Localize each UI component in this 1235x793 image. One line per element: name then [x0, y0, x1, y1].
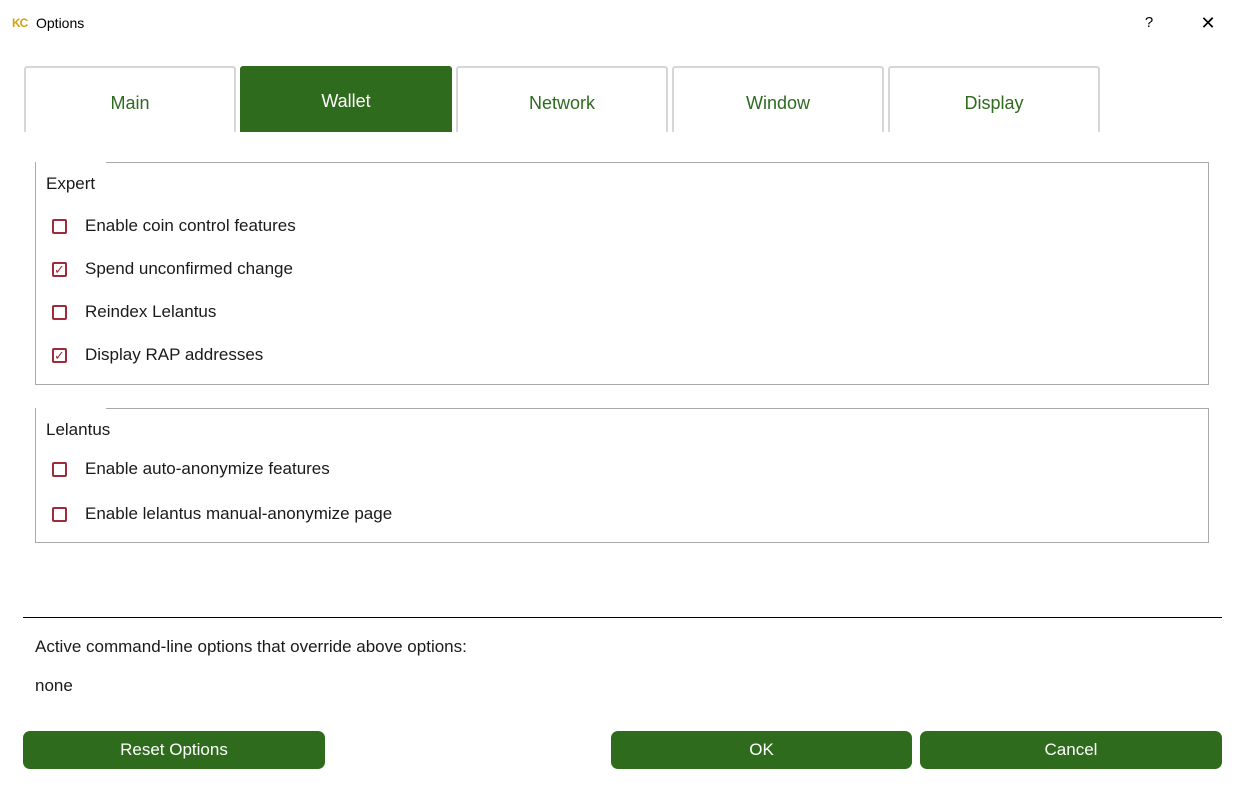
reset-options-button[interactable]: Reset Options	[23, 731, 325, 769]
lelantus-groupbox: Lelantus Enable auto-anonymize features …	[35, 408, 1209, 543]
checkbox-box[interactable]: ✓	[52, 347, 67, 363]
checkbox-label: Enable coin control features	[85, 216, 296, 235]
enable-auto-anonymize-checkbox[interactable]: Enable auto-anonymize features	[52, 455, 330, 483]
tab-main[interactable]: Main	[24, 66, 236, 132]
reindex-lelantus-checkbox[interactable]: Reindex Lelantus	[52, 298, 216, 326]
help-button[interactable]: ?	[1137, 10, 1161, 36]
expert-groupbox: Expert Enable coin control features ✓ Sp…	[35, 162, 1209, 385]
tab-network[interactable]: Network	[456, 66, 668, 132]
lelantus-group-title: Lelantus	[46, 420, 111, 439]
checkbox-label: Enable lelantus manual-anonymize page	[85, 504, 393, 523]
checkbox-box[interactable]	[52, 218, 67, 234]
checkbox-label: Spend unconfirmed change	[85, 259, 293, 278]
check-mark-icon: ✓	[54, 261, 65, 277]
app-logo-icon: KC	[12, 16, 28, 30]
checkbox-label: Display RAP addresses	[85, 345, 264, 364]
close-button[interactable]: ✕	[1194, 10, 1222, 36]
checkbox-label: Enable auto-anonymize features	[85, 459, 330, 478]
checkbox-label: Reindex Lelantus	[85, 302, 217, 321]
checkbox-box[interactable]: ✓	[52, 261, 67, 277]
expert-group-title: Expert	[46, 174, 96, 193]
ok-button[interactable]: OK	[611, 731, 912, 769]
checkbox-box[interactable]	[52, 461, 67, 477]
cancel-button[interactable]: Cancel	[920, 731, 1222, 769]
display-rap-addresses-checkbox[interactable]: ✓ Display RAP addresses	[52, 341, 263, 369]
tab-wallet[interactable]: Wallet	[240, 66, 452, 132]
enable-manual-anonymize-checkbox[interactable]: Enable lelantus manual-anonymize page	[52, 500, 392, 528]
window-title: Options	[36, 15, 85, 31]
separator-line	[23, 617, 1222, 618]
checkbox-box[interactable]	[52, 506, 67, 522]
title-bar: KC Options ? ✕	[0, 0, 1235, 46]
spend-unconfirmed-checkbox[interactable]: ✓ Spend unconfirmed change	[52, 255, 293, 283]
enable-coin-control-checkbox[interactable]: Enable coin control features	[52, 212, 296, 240]
checkbox-box[interactable]	[52, 304, 67, 320]
command-line-options-value: none	[35, 676, 73, 695]
tab-display[interactable]: Display	[888, 66, 1100, 132]
check-mark-icon: ✓	[54, 347, 65, 363]
tab-window[interactable]: Window	[672, 66, 884, 132]
command-line-options-label: Active command-line options that overrid…	[35, 637, 467, 656]
